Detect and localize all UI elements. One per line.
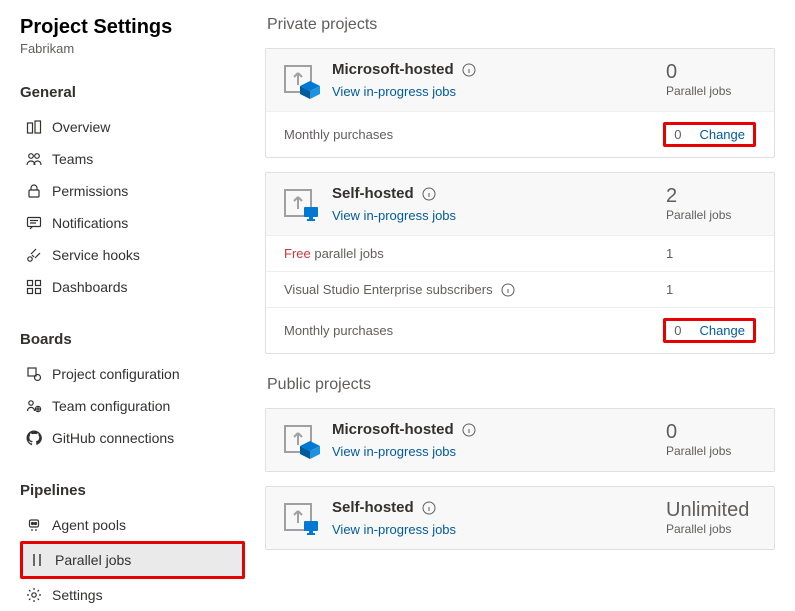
monthly-purchases-row: Monthly purchases 0 Change [266,307,774,353]
lock-icon [26,183,42,199]
card-private-ms-hosted: Microsoft-hosted View in-progress jobs 0… [265,48,775,158]
nav-parallel-jobs[interactable]: Parallel jobs [23,544,242,576]
gear-icon [26,587,42,603]
nav-dashboards[interactable]: Dashboards [20,271,245,303]
card-public-ms-hosted: Microsoft-hosted View in-progress jobs 0… [265,408,775,472]
change-link[interactable]: Change [699,127,745,142]
info-icon[interactable] [462,63,476,77]
highlight-parallel-jobs: Parallel jobs [20,541,245,579]
people-icon [26,151,42,167]
nav-label: Dashboards [52,279,128,295]
purchase-value: 0 [674,323,681,338]
view-jobs-link[interactable]: View in-progress jobs [332,84,456,99]
parallel-jobs-label: Parallel jobs [666,522,756,536]
parallel-icon [29,552,45,568]
main-content: Private projects Microsoft-hosted View i… [245,0,795,611]
nav-group-general: General Overview Teams Permissions Notif… [20,84,245,303]
highlight-change-ms: 0 Change [663,122,756,147]
parallel-jobs-count: Unlimited [666,499,756,522]
nav-notifications[interactable]: Notifications [20,207,245,239]
vse-row: Visual Studio Enterprise subscribers 1 [266,271,774,307]
nav-label: Overview [52,119,110,135]
nav-header-pipelines: Pipelines [20,482,245,499]
nav-label: GitHub connections [52,430,174,446]
nav-overview[interactable]: Overview [20,111,245,143]
nav-label: Teams [52,151,93,167]
parallel-jobs-label: Parallel jobs [666,444,756,458]
highlight-change-self: 0 Change [663,318,756,343]
info-icon[interactable] [422,501,436,515]
nav-service-hooks[interactable]: Service hooks [20,239,245,271]
monthly-purchases-row: Monthly purchases 0 Change [266,111,774,157]
parallel-jobs-count: 0 [666,421,756,444]
config-icon [26,366,42,382]
github-icon [26,430,42,446]
team-config-icon [26,398,42,414]
parallel-jobs-count: 2 [666,185,756,208]
page-title: Project Settings [20,16,245,39]
parallel-jobs-label: Parallel jobs [666,84,756,98]
view-jobs-link[interactable]: View in-progress jobs [332,208,456,223]
private-projects-header: Private projects [267,16,775,34]
nav-label: Settings [52,587,103,603]
vse-value: 1 [666,282,756,297]
nav-github[interactable]: GitHub connections [20,422,245,454]
change-link[interactable]: Change [699,323,745,338]
nav-teams[interactable]: Teams [20,143,245,175]
free-suffix: parallel jobs [311,246,384,261]
plug-icon [26,247,42,263]
parallel-jobs-label: Parallel jobs [666,208,756,222]
parallel-jobs-count: 0 [666,61,756,84]
nav-label: Parallel jobs [55,552,131,568]
self-hosted-icon [280,185,320,225]
nav-team-config[interactable]: Team configuration [20,390,245,422]
project-name: Fabrikam [20,41,245,56]
sidebar: Project Settings Fabrikam General Overvi… [0,0,245,611]
info-icon[interactable] [422,187,436,201]
view-jobs-link[interactable]: View in-progress jobs [332,444,456,459]
nav-settings[interactable]: Settings [20,579,245,611]
ms-hosted-icon [280,61,320,101]
free-jobs-row: Free parallel jobs 1 [266,235,774,271]
info-icon[interactable] [462,423,476,437]
nav-label: Project configuration [52,366,180,382]
ms-hosted-icon [280,421,320,461]
agent-icon [26,517,42,533]
free-prefix: Free [284,246,311,261]
self-hosted-icon [280,499,320,539]
purchase-value: 0 [674,127,681,142]
card-title: Microsoft-hosted [332,61,454,78]
public-projects-header: Public projects [267,376,775,394]
chat-icon [26,215,42,231]
nav-header-general: General [20,84,245,101]
grid-icon [26,279,42,295]
card-title: Self-hosted [332,185,414,202]
nav-label: Agent pools [52,517,126,533]
nav-group-boards: Boards Project configuration Team config… [20,331,245,454]
card-private-self-hosted: Self-hosted View in-progress jobs 2 Para… [265,172,775,354]
row-label: Monthly purchases [284,127,393,142]
nav-label: Permissions [52,183,128,199]
row-label: Monthly purchases [284,323,393,338]
project-icon [26,119,42,135]
card-title: Microsoft-hosted [332,421,454,438]
nav-project-config[interactable]: Project configuration [20,358,245,390]
card-title: Self-hosted [332,499,414,516]
card-public-self-hosted: Self-hosted View in-progress jobs Unlimi… [265,486,775,550]
nav-header-boards: Boards [20,331,245,348]
nav-label: Team configuration [52,398,170,414]
row-label: Visual Studio Enterprise subscribers [284,282,493,297]
nav-group-pipelines: Pipelines Agent pools Parallel jobs Sett… [20,482,245,611]
nav-agent-pools[interactable]: Agent pools [20,509,245,541]
nav-permissions[interactable]: Permissions [20,175,245,207]
info-icon[interactable] [501,283,515,297]
nav-label: Service hooks [52,247,140,263]
free-value: 1 [666,246,756,261]
nav-label: Notifications [52,215,128,231]
view-jobs-link[interactable]: View in-progress jobs [332,522,456,537]
